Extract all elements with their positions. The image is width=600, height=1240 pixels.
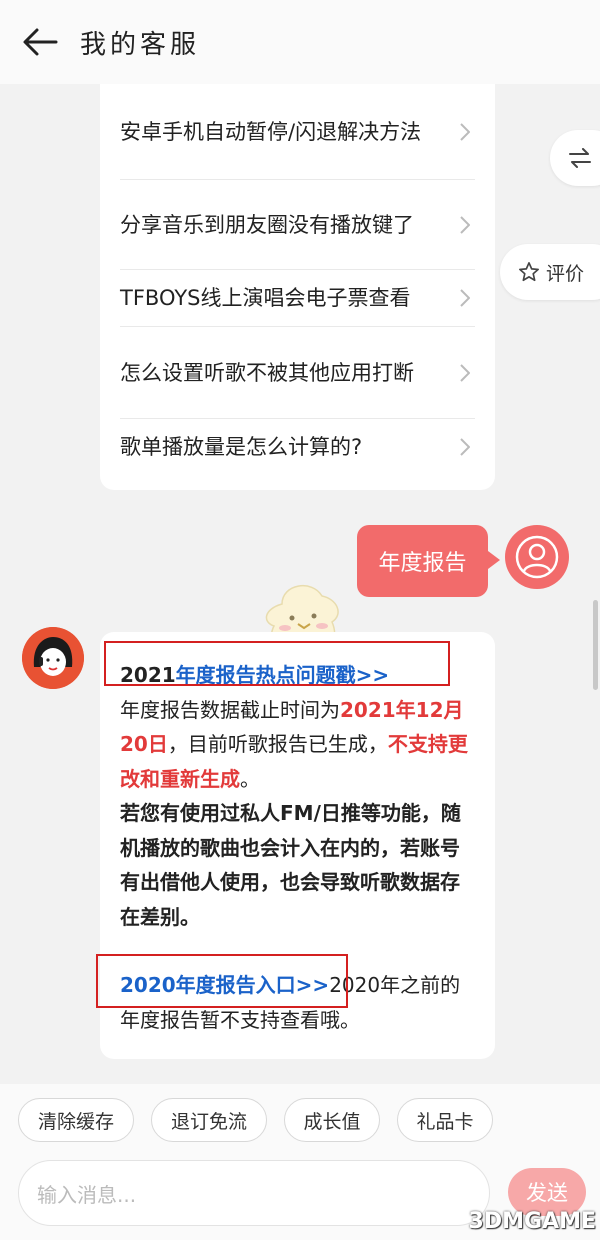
highlight-box (104, 641, 450, 686)
message-input-placeholder: 输入消息... (37, 1182, 137, 1207)
chevron-right-icon (455, 289, 475, 307)
faq-item[interactable]: 安卓手机自动暂停/闪退解决方法 (120, 84, 475, 180)
user-avatar[interactable] (505, 525, 569, 589)
chevron-right-icon (455, 438, 475, 456)
star-icon (519, 262, 539, 282)
faq-item-label: 安卓手机自动暂停/闪退解决方法 (120, 119, 422, 144)
chevron-right-icon (455, 215, 475, 234)
faq-item-label: 歌单播放量是怎么计算的? (120, 435, 363, 459)
page-title: 我的客服 (80, 29, 201, 60)
user-silhouette-icon (515, 535, 559, 579)
bot-avatar[interactable] (22, 627, 84, 689)
rate-button[interactable]: 评价 (500, 244, 600, 300)
faq-item[interactable]: 歌单播放量是怎么计算的? (120, 419, 475, 475)
quick-reply-chip[interactable]: 礼品卡 (397, 1098, 493, 1142)
user-message-bubble: 年度报告 (357, 525, 500, 597)
switch-button[interactable] (550, 130, 600, 186)
arrow-left-icon (23, 28, 58, 56)
quick-reply-chip[interactable]: 清除缓存 (18, 1098, 134, 1142)
faq-item[interactable]: TFBOYS线上演唱会电子票查看 (120, 270, 475, 327)
chevron-right-icon (455, 122, 475, 141)
faq-card: 安卓手机自动暂停/闪退解决方法 分享音乐到朋友圈没有播放键了 TFBOYS线上演… (100, 84, 495, 490)
back-button[interactable] (0, 0, 80, 84)
faq-item-label: 分享音乐到朋友圈没有播放键了 (120, 212, 414, 237)
deadline-text: 年度报告数据截止时间为 (120, 697, 340, 722)
swap-arrows-icon (569, 148, 591, 168)
quick-reply-chip[interactable]: 成长值 (284, 1098, 380, 1142)
watermark: 3DMGAME (410, 1160, 600, 1240)
service-agent-avatar-icon (22, 627, 84, 689)
faq-item-label: TFBOYS线上演唱会电子票查看 (120, 286, 411, 310)
user-message-text: 年度报告 (378, 551, 467, 576)
quick-reply-chip[interactable]: 退订免流 (151, 1098, 267, 1142)
period-text: 。 (240, 766, 260, 791)
watermark-text: 3DMGAME (468, 1209, 596, 1234)
faq-item[interactable]: 分享音乐到朋友圈没有播放键了 (120, 180, 475, 270)
fm-notice-paragraph: 若您有使用过私人FM/日推等功能，随机播放的歌曲也会计入在内的，若账号有出借他人… (120, 801, 461, 929)
report-deadline-paragraph: 年度报告数据截止时间为2021年12月20日，目前听歌报告已生成，不支持更改和重… (120, 693, 475, 797)
chevron-right-icon (455, 363, 475, 382)
faq-item[interactable]: 怎么设置听歌不被其他应用打断 (120, 327, 475, 419)
header-bar: 我的客服 (0, 0, 600, 84)
rate-label: 评价 (546, 262, 585, 285)
highlight-box (96, 954, 348, 1008)
scrollbar[interactable] (593, 600, 598, 690)
faq-item-label: 怎么设置听歌不被其他应用打断 (120, 360, 414, 385)
generated-text: ，目前听歌报告已生成， (167, 732, 388, 756)
